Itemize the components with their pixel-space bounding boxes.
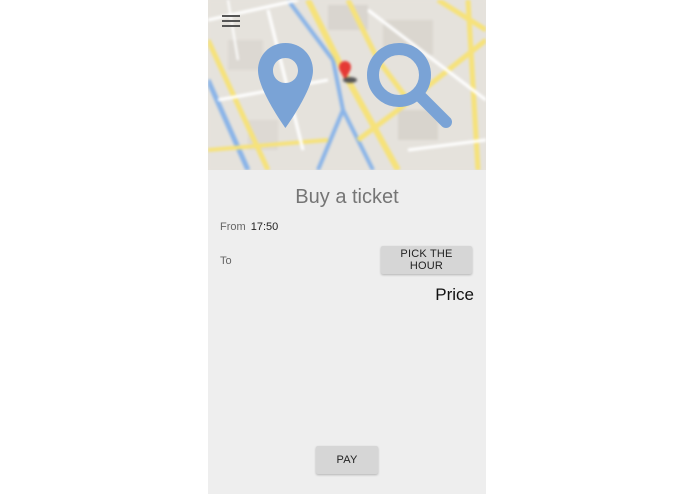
location-pin-icon[interactable]	[258, 43, 313, 128]
map-marker-icon	[338, 58, 352, 80]
map-view[interactable]	[208, 0, 486, 170]
pay-button[interactable]: PAY	[316, 446, 378, 474]
pick-the-hour-button[interactable]: PICK THE HOUR	[381, 246, 472, 274]
to-label: To	[220, 255, 232, 267]
app-screen: Buy a ticket From 17:50 To PICK THE HOUR…	[208, 0, 486, 494]
from-row: From 17:50	[220, 221, 278, 233]
page-title: Buy a ticket	[295, 186, 399, 208]
from-time: 17:50	[250, 221, 279, 233]
from-label: From	[220, 221, 246, 233]
price-label: Price	[435, 285, 474, 304]
search-icon[interactable]	[366, 42, 452, 128]
hamburger-menu-icon[interactable]	[220, 12, 242, 32]
